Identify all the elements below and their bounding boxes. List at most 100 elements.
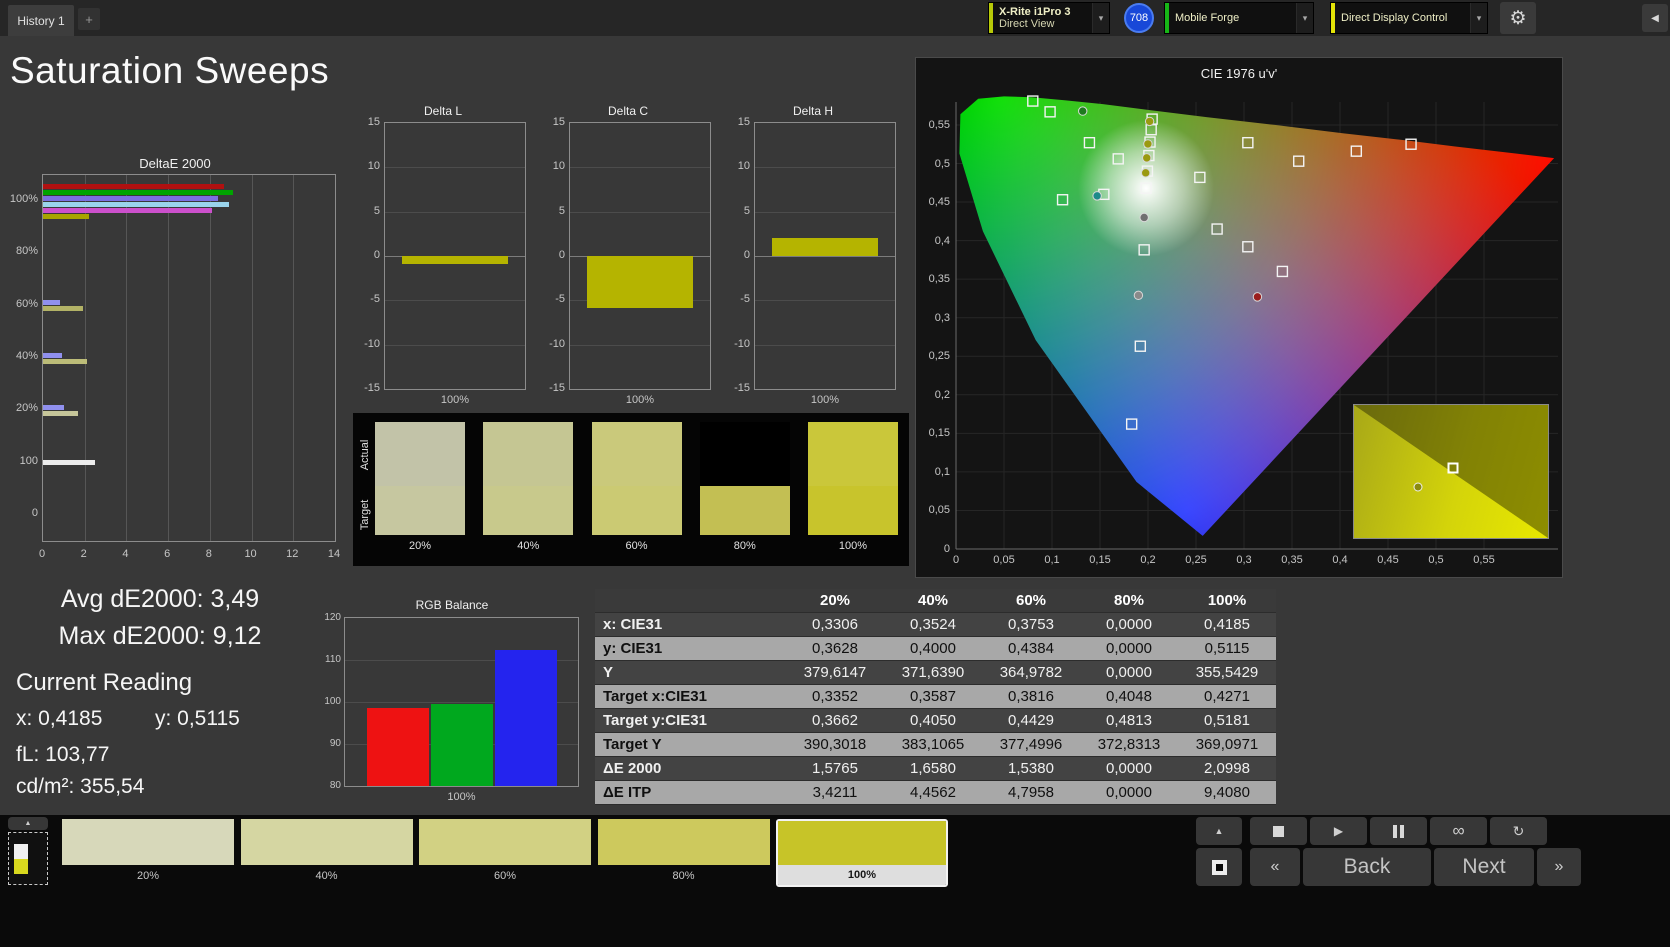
y-tick-label: 40% <box>15 350 38 362</box>
table-row: y: CIE31 0,3628 0,4000 0,4384 0,0000 0,5115 <box>595 637 1276 661</box>
loop-button[interactable]: ∞ <box>1430 817 1487 845</box>
table-row: ΔE ITP 3,4211 4,4562 4,7958 0,0000 9,4080 <box>595 781 1276 805</box>
rgb-balance-plot <box>344 617 579 787</box>
delta-c-chart: Delta C 100% 15 10 5 0 -5 -10 -15 <box>537 104 719 414</box>
pattern-window-up-button[interactable]: ▲ <box>1196 817 1242 845</box>
cell-value: 371,6390 <box>901 664 965 681</box>
x-tick-label: 4 <box>122 548 129 560</box>
next-button[interactable]: Next <box>1434 848 1534 886</box>
patch-actual-half <box>483 422 574 487</box>
cell-value: 0,0000 <box>1106 616 1152 633</box>
swatch-label: 100% <box>778 865 946 885</box>
cell-value: 0,3306 <box>812 616 858 633</box>
saturation-tile-40[interactable]: 40% <box>240 819 413 887</box>
cie-y-tick: 0,55 <box>928 118 950 131</box>
meter-status-badge[interactable]: 708 <box>1124 3 1154 33</box>
cell-value: 4,4562 <box>910 784 956 801</box>
meter-dropdown[interactable]: X-Rite i1Pro 3 Direct View ▾ <box>988 2 1110 34</box>
current-fl-value: fL: 103,77 <box>16 743 110 766</box>
rgb-balance-title: RGB Balance <box>415 598 489 612</box>
column-header: 20% <box>819 592 851 609</box>
row-label: y: CIE31 <box>603 640 663 657</box>
results-table: 20% 40% 60% 80% 100% x: CIE31 0,3306 0,3524 0,37… <box>595 589 1276 805</box>
column-header: 100% <box>1207 592 1247 609</box>
saturation-tile-60[interactable]: 60% <box>419 819 591 887</box>
row-label: ΔE ITP <box>603 784 652 801</box>
add-tab-button[interactable]: + <box>78 8 100 30</box>
patch-label: 40% <box>517 540 540 552</box>
display-control-name: Direct Display Control <box>1341 12 1448 24</box>
cie-x-tick: 0,2 <box>1140 554 1156 566</box>
y-tick-label: 5 <box>373 204 380 217</box>
cell-value: 4,7958 <box>1008 784 1054 801</box>
current-y-value: y: 0,5115 <box>155 707 240 730</box>
column-header: 80% <box>1113 592 1145 609</box>
cie-x-tick: 0,55 <box>1473 554 1495 566</box>
cell-value: 379,6147 <box>803 664 867 681</box>
cell-value: 0,0000 <box>1106 784 1152 801</box>
settings-gear-button[interactable]: ⚙ <box>1500 2 1536 34</box>
source-dropdown[interactable]: Mobile Forge ▾ <box>1164 2 1314 34</box>
pattern-window-button[interactable] <box>1196 848 1242 886</box>
cie-y-tick: 0,4 <box>934 234 950 247</box>
cell-value: 0,3816 <box>1008 688 1054 705</box>
y-tick-label: 0 <box>31 506 38 519</box>
de-bar <box>43 404 64 410</box>
grid-line <box>168 175 170 541</box>
play-button[interactable]: ▶ <box>1310 817 1367 845</box>
patch-label: 20% <box>408 540 432 552</box>
stop-button[interactable] <box>1250 817 1307 845</box>
y-tick-label: 10 <box>367 160 380 173</box>
patch-actual-half <box>591 422 682 487</box>
rgb-balance-chart: RGB Balance 100% 120 110 100 90 80 <box>322 596 582 810</box>
pattern-preview-tile[interactable] <box>8 832 48 885</box>
prev-page-button[interactable]: « <box>1250 848 1300 886</box>
delta-c-xlabel: 100% <box>625 394 655 406</box>
cie-x-tick: 0,15 <box>1089 554 1111 566</box>
actual-row-label: Actual <box>359 439 371 471</box>
cell-value: 369,0971 <box>1195 736 1259 753</box>
delta-h-xlabel: 100% <box>810 394 840 406</box>
patch-label: 100% <box>838 540 868 552</box>
cie-y-tick: 0,2 <box>934 388 950 401</box>
display-control-body: Direct Display Control <box>1335 3 1470 33</box>
rgb-bar <box>430 704 493 786</box>
swatch-color <box>597 819 770 865</box>
de-bar <box>43 189 234 195</box>
de-bar <box>43 207 212 213</box>
display-control-dropdown[interactable]: Direct Display Control ▾ <box>1330 2 1488 34</box>
current-x-value: x: 0,4185 <box>16 707 103 730</box>
saturation-tile-80[interactable]: 80% <box>597 819 770 887</box>
saturation-tile-20[interactable]: 20% <box>62 819 234 887</box>
y-tick-label: -15 <box>734 382 750 394</box>
y-tick-label: 110 <box>325 654 341 665</box>
grid-line <box>570 167 710 169</box>
next-page-button[interactable]: » <box>1537 848 1581 886</box>
meter-mode: Direct View <box>999 18 1055 30</box>
y-tick-label: -15 <box>549 382 565 394</box>
grid-line <box>251 175 253 541</box>
cell-value: 9,4080 <box>1204 784 1250 801</box>
cell-value: 0,5181 <box>1204 712 1250 729</box>
cie-x-tick: 0,25 <box>1185 554 1207 566</box>
saturation-tile-100[interactable]: 100% <box>776 819 948 887</box>
avg-de2000: Avg dE2000: 3,49 <box>60 585 260 613</box>
pause-button[interactable] <box>1370 817 1427 845</box>
rgb-balance-xlabel: 100% <box>447 791 476 803</box>
cell-value: 383,1065 <box>901 736 965 753</box>
y-tick-label: -5 <box>370 293 380 306</box>
tab-history-1[interactable]: History 1 <box>8 5 74 36</box>
cell-value: 1,5380 <box>1008 760 1054 777</box>
de-bar <box>43 410 79 416</box>
de-bar <box>43 183 225 189</box>
collapse-panel-button[interactable]: ◀ <box>1642 4 1668 32</box>
strip-collapse-button[interactable]: ▲ <box>8 817 48 830</box>
inset-measurement-dot <box>1413 482 1423 492</box>
back-button[interactable]: Back <box>1303 848 1431 886</box>
patch-swatch <box>808 422 898 535</box>
cell-value: 0,3628 <box>812 640 858 657</box>
row-label: x: CIE31 <box>603 616 663 633</box>
refresh-button[interactable]: ↻ <box>1490 817 1547 845</box>
y-tick-label: 100% <box>9 193 38 206</box>
grid-line <box>755 167 895 169</box>
